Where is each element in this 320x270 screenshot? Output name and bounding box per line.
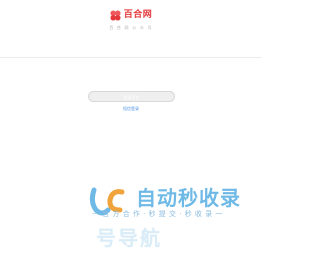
page-header: 百合网 百 合 网 公 众 号 [0, 8, 262, 31]
login-button[interactable]: 登录百合 [88, 91, 175, 102]
header-divider [0, 57, 262, 58]
site-watermark: 自动秒收录 一 官 方 合 作 · 秒 提 交 · 秒 收 录 一 号导航 [88, 176, 258, 266]
watermark-bottom-text: 号导航 [96, 226, 162, 250]
watermark-title: 自动秒收录 [136, 186, 241, 210]
sms-login-link[interactable]: 短信登录 [0, 106, 262, 112]
lily-logo-icon [110, 9, 121, 21]
brand-name: 百合网 [123, 10, 153, 20]
brand-logo: 百合网 [0, 8, 262, 22]
brand-tagline: 百 合 网 公 众 号 [109, 25, 153, 30]
watermark-subtitle: 一 官 方 合 作 · 秒 提 交 · 秒 收 录 一 [92, 210, 223, 218]
